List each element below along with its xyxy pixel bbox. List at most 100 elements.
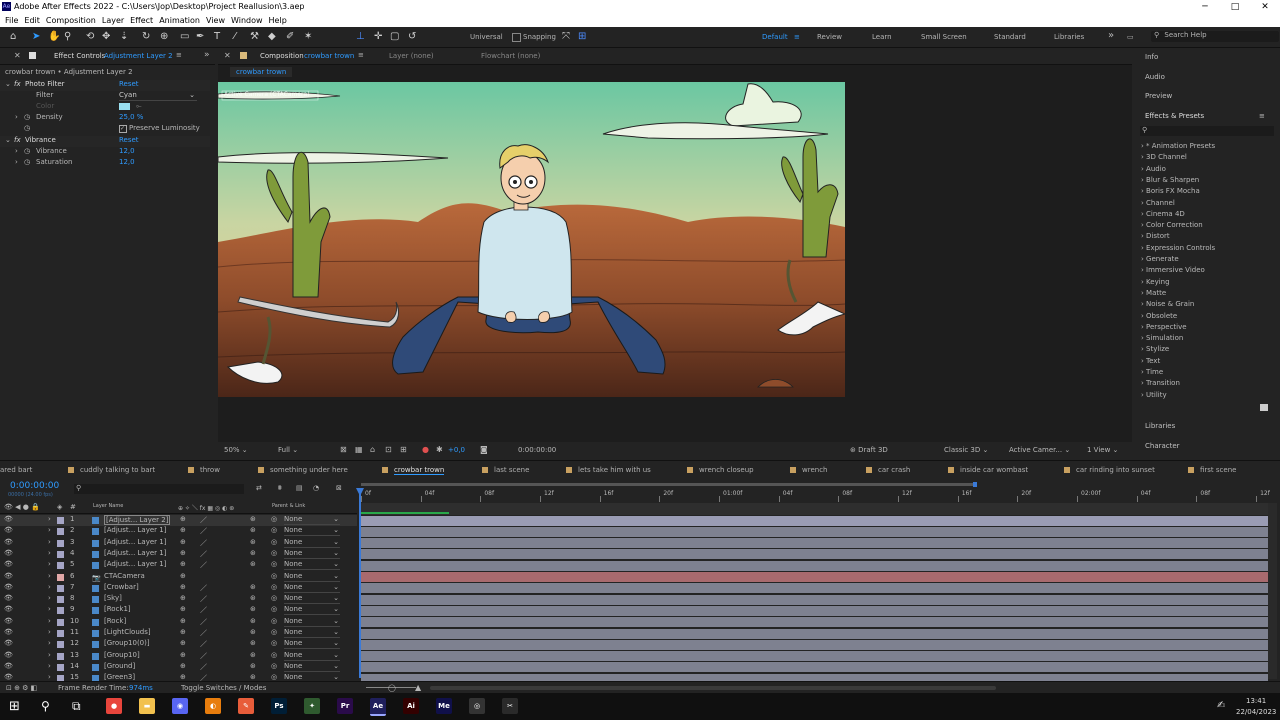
label-color-swatch[interactable] xyxy=(57,562,64,570)
pen-tray-icon[interactable]: ✍ xyxy=(1217,700,1225,711)
quality-switch-icon[interactable]: ／ xyxy=(200,617,207,627)
layer-name[interactable]: [Group10] xyxy=(104,651,140,659)
timeline-timecode[interactable]: 0:00:00:00 xyxy=(10,481,59,491)
pickwhip-icon[interactable]: ◎ xyxy=(271,639,277,647)
filter-dropdown[interactable]: Cyan ⌄ xyxy=(119,91,197,101)
effect-category[interactable]: › Time xyxy=(1141,368,1163,376)
workspace-review[interactable]: Review xyxy=(817,33,842,41)
layer-row[interactable]: 👁 › 1 [Adjust... Layer 2] ⊕ ／ ⊛ ◎ None ⌄ xyxy=(0,515,357,526)
layer-duration-bar[interactable] xyxy=(361,572,1268,582)
roto-brush-tool-icon[interactable]: ✐ xyxy=(286,31,294,42)
effect-category[interactable]: › Cinema 4D xyxy=(1141,210,1185,218)
universal-label[interactable]: Universal xyxy=(470,33,503,41)
quality-switch-icon[interactable]: ／ xyxy=(200,605,207,615)
expand-arrow-icon[interactable]: › xyxy=(48,594,51,602)
shy-icon[interactable]: ⩩ xyxy=(278,484,282,493)
exposure-icon[interactable]: ✱ xyxy=(436,445,443,454)
libraries-panel-tab[interactable]: Libraries xyxy=(1145,422,1175,430)
shy-switch-icon[interactable]: ⊕ xyxy=(180,538,186,546)
pickwhip-icon[interactable]: ◎ xyxy=(271,617,277,625)
pickwhip-icon[interactable]: ◎ xyxy=(271,583,277,591)
fx-vibrance-row[interactable]: ⌄ fx Vibrance Reset xyxy=(0,136,210,147)
effect-category[interactable]: › Distort xyxy=(1141,232,1170,240)
effects-search-input[interactable]: ⚲ xyxy=(1140,126,1274,136)
shy-switch-icon[interactable]: ⊕ xyxy=(180,560,186,568)
layer-name[interactable]: [Rock] xyxy=(104,617,126,625)
pickwhip-icon[interactable]: ◎ xyxy=(271,549,277,557)
rotate-icon[interactable]: ↺ xyxy=(408,31,416,42)
layer-duration-bar[interactable] xyxy=(361,662,1268,673)
search-icon[interactable]: ⚲ xyxy=(41,699,50,713)
comp-tab[interactable]: first scene xyxy=(1200,466,1236,474)
frame-blending-icon[interactable]: ▤ xyxy=(296,484,303,492)
quality-switch-icon[interactable]: ／ xyxy=(200,651,207,661)
layer-row[interactable]: 👁 › 3 [Adjust... Layer 1] ⊕ ／ ⊛ ◎ None ⌄ xyxy=(0,538,357,549)
quality-switch-icon[interactable]: ／ xyxy=(200,662,207,672)
zoom-slider-thumb[interactable]: ◯ xyxy=(388,684,396,692)
layer-duration-bar[interactable] xyxy=(361,605,1268,616)
col-layer-name[interactable]: Layer Name xyxy=(93,503,123,509)
expand-arrow-icon[interactable]: › xyxy=(15,113,18,121)
shy-switch-icon[interactable]: ⊕ xyxy=(180,572,186,580)
scale-icon[interactable]: ▢ xyxy=(390,31,399,42)
parent-dropdown[interactable]: None ⌄ xyxy=(284,549,340,559)
workspace-standard[interactable]: Standard xyxy=(994,33,1026,41)
guides-icon[interactable]: ⊡ xyxy=(385,445,392,454)
taskbar-media-encoder-icon[interactable]: Me xyxy=(436,698,452,714)
parent-dropdown[interactable]: None ⌄ xyxy=(284,526,340,537)
eye-icon[interactable]: 👁 xyxy=(4,583,13,591)
label-color-swatch[interactable] xyxy=(57,596,64,604)
footer-icons[interactable]: ⊡ ⊕ ⚙ ◧ xyxy=(6,684,37,692)
quality-switch-icon[interactable]: ／ xyxy=(200,560,207,570)
shy-switch-icon[interactable]: ⊕ xyxy=(180,628,186,636)
pickwhip-icon[interactable]: ◎ xyxy=(271,572,277,580)
snapping-label[interactable]: Snapping xyxy=(523,33,556,41)
close-icon[interactable]: ✕ xyxy=(224,51,231,60)
layer-name[interactable]: [Sky] xyxy=(104,594,122,602)
effect-category[interactable]: › Channel xyxy=(1141,199,1175,207)
audio-panel-tab[interactable]: Audio xyxy=(1145,73,1165,81)
reset-link[interactable]: Reset xyxy=(119,136,139,144)
expand-arrow-icon[interactable]: › xyxy=(48,572,51,580)
color-swatch[interactable] xyxy=(119,103,130,110)
3d-switch-icon[interactable]: ⊛ xyxy=(250,560,256,568)
parent-dropdown[interactable]: None ⌄ xyxy=(284,662,340,672)
taskbar-illustrator-icon[interactable]: Ai xyxy=(403,698,419,714)
viewer-sub-tab[interactable]: crowbar trown xyxy=(230,67,293,77)
parent-dropdown[interactable]: None ⌄ xyxy=(284,639,340,650)
menu-edit[interactable]: Edit xyxy=(24,16,40,25)
fx-photo-filter-row[interactable]: ⌄ fx Photo Filter Reset xyxy=(0,80,210,91)
taskbar-pen-icon[interactable]: ✎ xyxy=(238,698,254,714)
quality-switch-icon[interactable]: ／ xyxy=(200,526,207,536)
layer-row[interactable]: 👁 › 9 [Rock1] ⊕ ／ ⊛ ◎ None ⌄ xyxy=(0,605,357,616)
shy-switch-icon[interactable]: ⊕ xyxy=(180,662,186,670)
reset-link[interactable]: Reset xyxy=(119,80,139,88)
layer-duration-bar[interactable] xyxy=(361,651,1268,662)
3d-switch-icon[interactable]: ⊛ xyxy=(250,639,256,647)
pen-tool-icon[interactable]: ✒ xyxy=(196,31,204,42)
home-icon[interactable]: ⌂ xyxy=(10,31,16,42)
label-color-swatch[interactable] xyxy=(57,652,64,660)
channel-icon[interactable]: ⊞ xyxy=(400,445,407,454)
panel-menu-icon[interactable]: ≡ xyxy=(358,51,364,59)
parent-dropdown[interactable]: None ⌄ xyxy=(284,583,340,593)
effect-category[interactable]: › Perspective xyxy=(1141,323,1187,331)
pickwhip-icon[interactable]: ◎ xyxy=(271,538,277,546)
preserve-luminosity-checkbox[interactable]: ✓ xyxy=(119,125,127,133)
eye-icon[interactable]: 👁 xyxy=(4,594,13,602)
expand-arrow-icon[interactable]: › xyxy=(48,673,51,681)
close-button[interactable]: ✕ xyxy=(1250,0,1280,14)
eye-icon[interactable]: 👁 xyxy=(4,628,13,636)
3d-switch-icon[interactable]: ⊛ xyxy=(250,628,256,636)
eye-icon[interactable]: 👁 xyxy=(4,572,13,580)
col-parent[interactable]: Parent & Link xyxy=(272,503,305,509)
toggle-switches-modes[interactable]: Toggle Switches / Modes xyxy=(181,684,266,692)
snap-grid-icon[interactable]: ⊞ xyxy=(578,31,586,42)
effect-category[interactable]: › Stylize xyxy=(1141,345,1169,353)
layer-name[interactable]: CTACamera xyxy=(104,572,145,580)
menu-effect[interactable]: Effect xyxy=(130,16,153,25)
comp-tab[interactable]: crowbar trown xyxy=(394,466,445,475)
layer-duration-bar[interactable] xyxy=(361,594,1268,605)
layer-row[interactable]: 👁 › 11 [LightClouds] ⊕ ／ ⊛ ◎ None ⌄ xyxy=(0,628,357,639)
panel-expand-icon[interactable]: » xyxy=(204,50,210,60)
